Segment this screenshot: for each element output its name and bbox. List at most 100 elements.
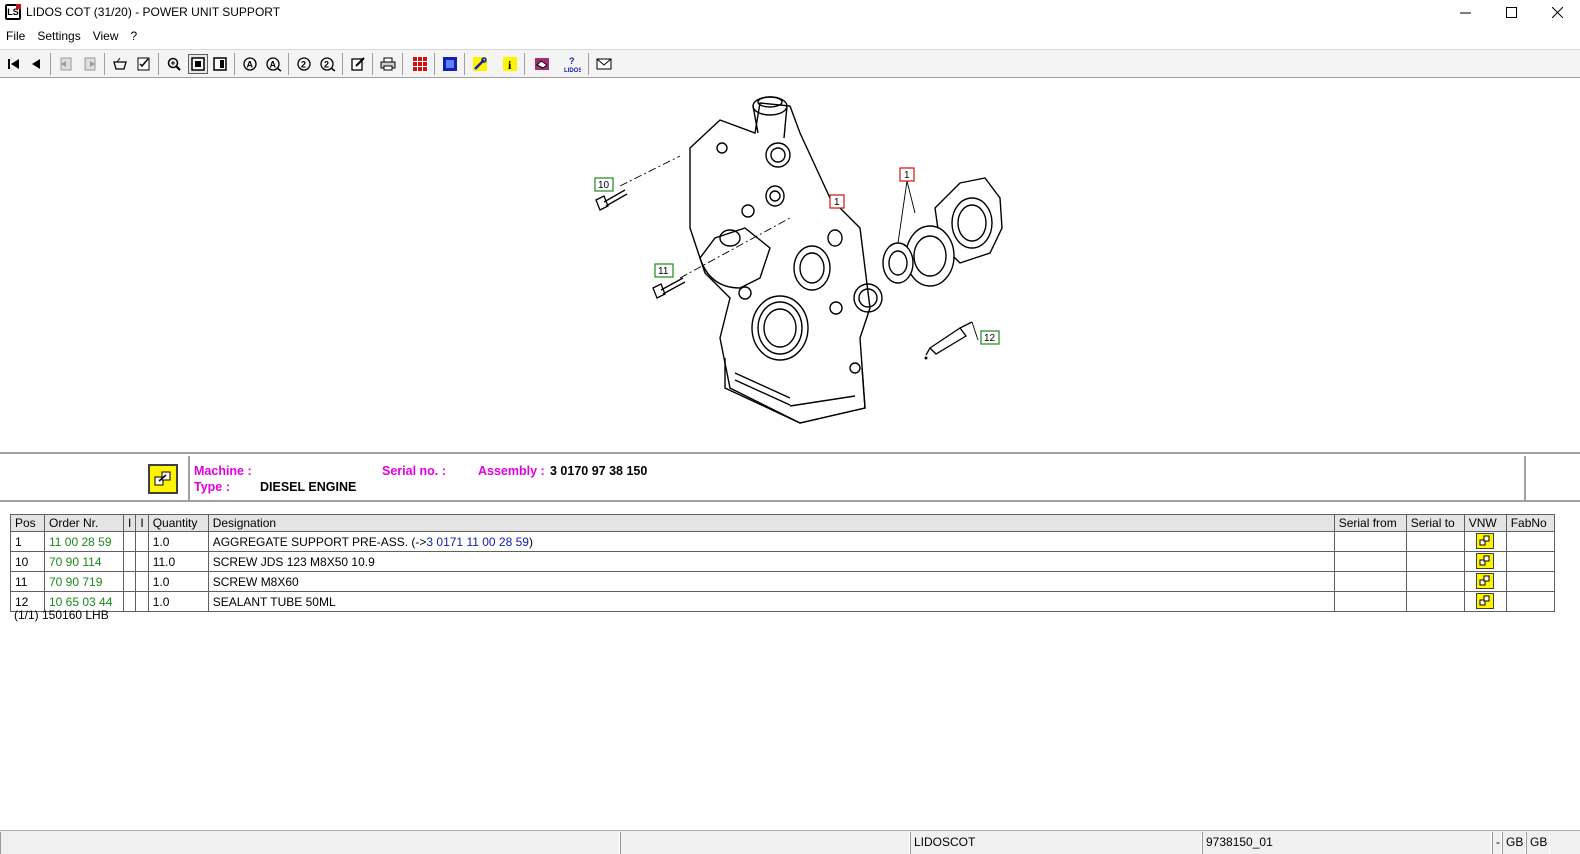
lidos-help-button[interactable]: ? LIDOS bbox=[562, 54, 582, 74]
print-button[interactable] bbox=[378, 54, 398, 74]
previous-page-button[interactable] bbox=[26, 54, 46, 74]
zoom-button[interactable] bbox=[164, 54, 184, 74]
row-serial-from bbox=[1333, 571, 1407, 592]
row-order-link[interactable]: 70 90 114 bbox=[44, 551, 124, 572]
row-i1 bbox=[122, 531, 137, 552]
designation-text: SCREW M8X60 bbox=[212, 574, 299, 589]
assembly-ref-link[interactable]: 3 0171 11 00 28 59 bbox=[426, 535, 529, 549]
vnw-button[interactable] bbox=[1476, 593, 1495, 609]
dealer-button[interactable] bbox=[532, 54, 552, 74]
status-bar: LIDOSCOT 9738150_01 - GB GB bbox=[0, 830, 1580, 854]
col-serial-from[interactable]: Serial from bbox=[1333, 514, 1407, 532]
status-lang-prefix: - bbox=[1492, 832, 1502, 854]
page-list-icon bbox=[213, 57, 227, 71]
envelope-icon bbox=[596, 58, 612, 70]
row-qty: 11.0 bbox=[147, 551, 209, 572]
row-i1 bbox=[122, 571, 137, 592]
row-serial-from bbox=[1333, 551, 1407, 572]
col-i2[interactable]: I bbox=[135, 514, 149, 532]
menu-help[interactable]: ? bbox=[125, 29, 144, 43]
window-title: LIDOS COT (31/20) - POWER UNIT SUPPORT bbox=[26, 5, 281, 19]
info-fields: Machine : Serial no. : Assembly : 3 0170… bbox=[188, 456, 1526, 500]
row-designation: SCREW M8X60 bbox=[207, 571, 1335, 592]
vnw-button[interactable] bbox=[1476, 553, 1495, 569]
maximize-icon bbox=[1505, 6, 1517, 18]
svg-text:2: 2 bbox=[324, 60, 329, 70]
table-row[interactable]: 11 70 90 719 1.0 SCREW M8X60 bbox=[10, 571, 1555, 592]
type-label: Type : bbox=[194, 480, 230, 494]
status-app: LIDOSCOT bbox=[910, 832, 1202, 854]
menu-file[interactable]: File bbox=[0, 29, 31, 43]
view-list-button[interactable] bbox=[210, 54, 230, 74]
designation-end: ) bbox=[528, 534, 533, 549]
col-fabno[interactable]: FabNo bbox=[1505, 514, 1555, 532]
menu-view[interactable]: View bbox=[87, 29, 125, 43]
row-i2 bbox=[135, 551, 149, 572]
callout-10: 10 bbox=[598, 180, 610, 191]
vnw-button[interactable] bbox=[1476, 533, 1495, 549]
menu-bar: File Settings View ? bbox=[0, 26, 143, 46]
search-text-button[interactable]: A bbox=[240, 54, 260, 74]
designation-text: SEALANT TUBE 50ML bbox=[212, 594, 336, 609]
table-row[interactable]: 12 10 65 03 44 1.0 SEALANT TUBE 50ML bbox=[10, 591, 1555, 612]
minimize-button[interactable] bbox=[1442, 0, 1488, 24]
blue-matrix-button[interactable] bbox=[440, 54, 460, 74]
parts-link-button[interactable] bbox=[148, 464, 178, 494]
search-number-next-button[interactable]: 2 bbox=[318, 54, 338, 74]
blue-matrix-icon bbox=[443, 57, 457, 71]
printer-icon bbox=[380, 57, 396, 71]
grid-icon bbox=[413, 57, 427, 71]
serial-label: Serial no. : bbox=[382, 464, 446, 478]
col-pos[interactable]: Pos bbox=[10, 514, 45, 532]
mail-button[interactable] bbox=[594, 54, 614, 74]
maximize-button[interactable] bbox=[1488, 0, 1534, 24]
col-designation[interactable]: Designation bbox=[207, 514, 1335, 532]
basket-button[interactable] bbox=[110, 54, 130, 74]
row-designation: SCREW JDS 123 M8X50 10.9 bbox=[207, 551, 1335, 572]
parts-grid-button[interactable] bbox=[410, 54, 430, 74]
first-page-icon bbox=[8, 59, 19, 69]
assembly-info-panel: Machine : Serial no. : Assembly : 3 0170… bbox=[0, 452, 1580, 502]
col-vnw[interactable]: VNW bbox=[1463, 514, 1507, 532]
lidos-help-icon: ? LIDOS bbox=[564, 56, 581, 73]
view-drawing-button[interactable] bbox=[188, 54, 208, 74]
menu-settings[interactable]: Settings bbox=[31, 29, 86, 43]
row-qty: 1.0 bbox=[147, 531, 209, 552]
title-bar: LS LIDOS COT (31/20) - POWER UNIT SUPPOR… bbox=[0, 0, 1580, 24]
assembly-value: 3 0170 97 38 150 bbox=[550, 464, 648, 478]
col-serial-to[interactable]: Serial to bbox=[1405, 514, 1465, 532]
checklist-button[interactable] bbox=[134, 54, 154, 74]
col-i1[interactable]: I bbox=[122, 514, 137, 532]
first-page-button[interactable] bbox=[4, 54, 24, 74]
forward-history-button[interactable] bbox=[80, 54, 100, 74]
row-serial-to bbox=[1405, 551, 1465, 572]
edit-note-button[interactable] bbox=[348, 54, 368, 74]
search-number-button[interactable]: 2 bbox=[294, 54, 314, 74]
row-vnw bbox=[1463, 531, 1507, 552]
search-text-next-button[interactable]: A bbox=[264, 54, 284, 74]
table-row[interactable]: 1 11 00 28 59 1.0 AGGREGATE SUPPORT PRE-… bbox=[10, 531, 1555, 552]
table-row[interactable]: 10 70 90 114 11.0 SCREW JDS 123 M8X50 10… bbox=[10, 551, 1555, 572]
vnw-button[interactable] bbox=[1476, 573, 1495, 589]
row-i1 bbox=[122, 551, 137, 572]
info-button[interactable]: i bbox=[500, 54, 520, 74]
col-quantity[interactable]: Quantity bbox=[147, 514, 209, 532]
magnifier-icon bbox=[167, 57, 181, 71]
svg-text:2: 2 bbox=[301, 60, 306, 70]
close-button[interactable] bbox=[1534, 0, 1580, 24]
edit-icon bbox=[351, 57, 365, 71]
back-history-button[interactable] bbox=[56, 54, 76, 74]
status-cell-empty-1 bbox=[0, 832, 620, 854]
jump-arrow-icon bbox=[1479, 555, 1490, 566]
row-pos: 10 bbox=[10, 551, 45, 572]
tools-button[interactable] bbox=[470, 54, 490, 74]
svg-text:A: A bbox=[247, 60, 254, 70]
row-fabno bbox=[1505, 531, 1555, 552]
row-order-link[interactable]: 11 00 28 59 bbox=[44, 531, 124, 552]
col-order-nr[interactable]: Order Nr. bbox=[44, 514, 124, 532]
row-order-link[interactable]: 70 90 719 bbox=[44, 571, 124, 592]
info-icon: i bbox=[503, 57, 517, 72]
table-header: Pos Order Nr. I I Quantity Designation S… bbox=[10, 514, 1555, 532]
jump-arrow-icon bbox=[154, 471, 171, 486]
row-serial-to bbox=[1405, 531, 1465, 552]
